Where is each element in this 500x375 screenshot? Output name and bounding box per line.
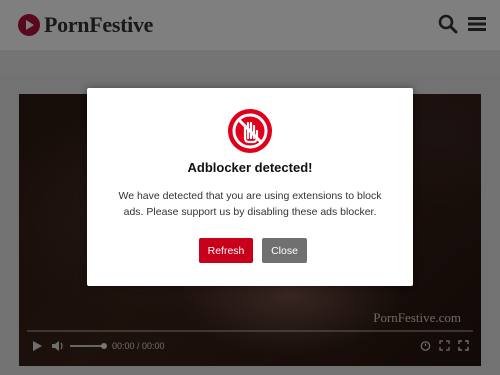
modal-message: We have detected that you are using exte… [118, 190, 382, 218]
adblock-hand-icon [228, 109, 272, 153]
adblock-modal: Adblocker detected! We have detected tha… [87, 88, 413, 286]
close-button[interactable]: Close [262, 238, 307, 263]
refresh-button[interactable]: Refresh [199, 238, 253, 263]
modal-title: Adblocker detected! [187, 160, 313, 175]
